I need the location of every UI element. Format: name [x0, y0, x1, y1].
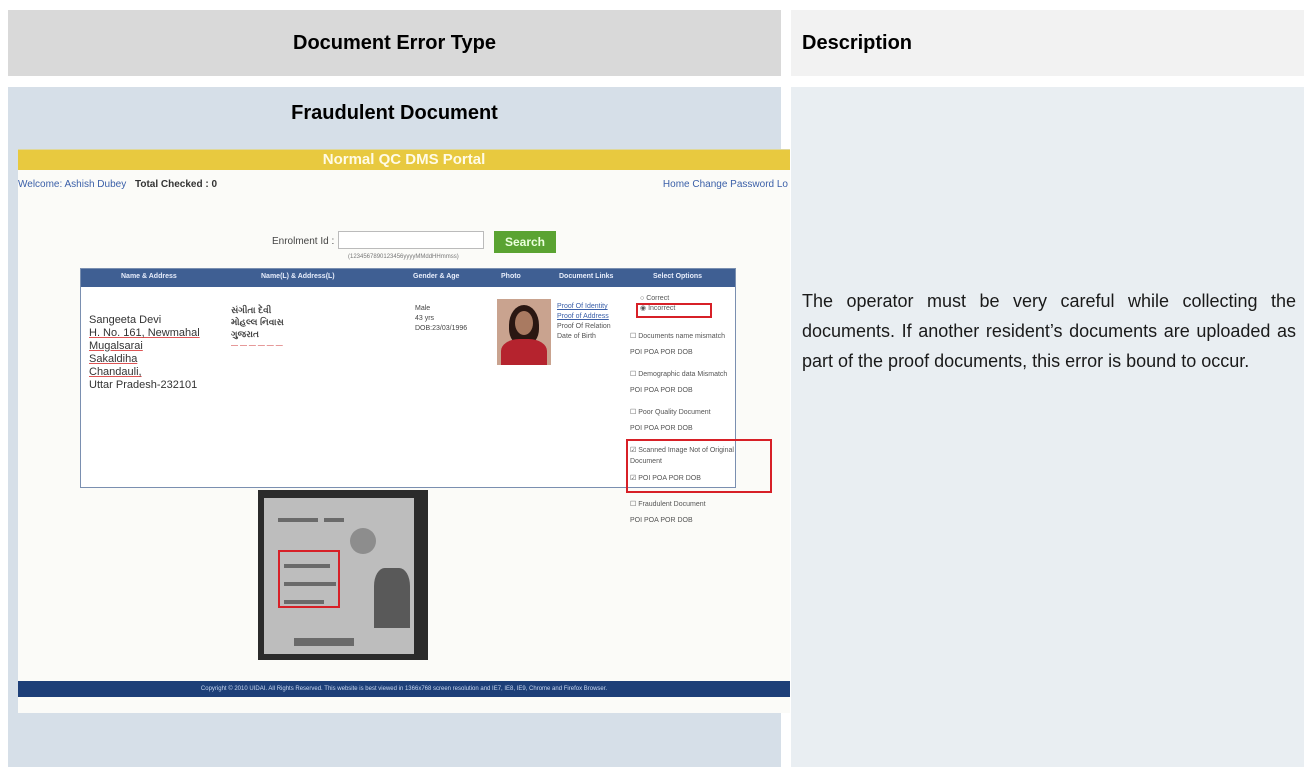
portal-footer: Copyright © 2010 UIDAI. All Rights Reser… — [18, 681, 790, 697]
portal-welcome: Welcome: Ashish Dubey Total Checked : 0 — [18, 179, 217, 190]
portal-welcome-user: Welcome: Ashish Dubey — [18, 179, 127, 190]
header-error-type-label: Document Error Type — [293, 31, 496, 54]
highlight-card-details — [278, 550, 340, 608]
header-description-label: Description — [802, 31, 913, 54]
portal-th-doclinks: Document Links — [559, 273, 614, 280]
resident-photo — [497, 299, 551, 365]
opt-poor-quality-sub: POI POA POR DOB — [630, 425, 693, 432]
local-note: — — — — — — — [231, 342, 283, 349]
portal-select-options: ○ Correct ◉ Incorrect ☐ Documents name m… — [626, 285, 790, 615]
opt-poor-quality: ☐ Poor Quality Document — [630, 409, 711, 416]
header-error-type: Document Error Type — [8, 10, 781, 76]
opt-doc-mismatch-sub: POI POA POR DOB — [630, 349, 693, 356]
opt-fraudulent-sub: POI POA POR DOB — [630, 517, 693, 524]
portal-top-links: Home Change Password Lo — [662, 179, 788, 190]
opt-scanned-sub: ☑ POI POA POR DOB — [630, 475, 701, 482]
doc-link-por: Proof Of Relation — [557, 323, 611, 330]
portal-gender-age: Male 43 yrs DOB:23/03/1996 — [415, 304, 467, 334]
local-line: મોહલ્લ નિવાસ — [231, 317, 284, 327]
address-line: H. No. 161, Newmahal — [89, 327, 200, 339]
opt-doc-mismatch: ☐ Documents name mismatch — [630, 333, 725, 340]
scanned-id-card — [258, 490, 428, 660]
opt-scanned: ☑ Scanned Image Not of Original Document — [630, 447, 734, 465]
description-cell: The operator must be very careful while … — [791, 87, 1304, 767]
portal-document-links: Proof Of Identity Proof of Address Proof… — [557, 302, 611, 342]
opt-demo-mismatch: ☐ Demographic data Mismatch — [630, 371, 728, 378]
opt-demo-mismatch-sub: POI POA POR DOB — [630, 387, 693, 394]
opt-incorrect: ◉ Incorrect — [640, 305, 676, 312]
portal-enrolment-input — [338, 231, 484, 249]
gender: Male — [415, 305, 431, 312]
doc-link-dob: Date of Birth — [557, 333, 596, 340]
portal-local-address: સંગીતા દેવી મોહલ્લ નિવાસ ગુજરાત — — — — … — [231, 304, 284, 352]
address-line: Sakaldiha — [89, 353, 138, 365]
address-line: Mugalsarai — [89, 340, 143, 352]
portal-search-button: Search — [494, 231, 556, 253]
doc-link-poa: Proof of Address — [557, 313, 609, 320]
portal-total-checked: Total Checked : 0 — [134, 179, 218, 190]
age: 43 yrs — [415, 315, 435, 322]
local-line: સંગીતા દેવી — [231, 305, 272, 315]
local-line: ગુજરાત — [231, 329, 259, 339]
portal-th-name: Name & Address — [121, 273, 177, 280]
opt-fraudulent: ☐ Fraudulent Document — [630, 501, 706, 508]
address-line: Uttar Pradesh-232101 — [89, 379, 198, 391]
portal-th-photo: Photo — [501, 273, 521, 280]
error-type-cell: Fraudulent Document Normal QC DMS Portal… — [8, 87, 790, 767]
address-line: Sangeeta Devi — [89, 314, 162, 326]
description-text: The operator must be very careful while … — [802, 291, 1296, 371]
address-line: Chandauli, — [89, 366, 142, 378]
doc-link-poi: Proof Of Identity — [557, 303, 608, 310]
portal-enrolment-hint: (1234567890123456yyyyMMddHHmmss) — [348, 254, 459, 260]
portal-title-bar: Normal QC DMS Portal — [18, 150, 790, 170]
portal-th-gender: Gender & Age — [413, 273, 460, 280]
portal-screenshot: Normal QC DMS Portal Welcome: Ashish Dub… — [18, 149, 790, 713]
header-description: Description — [791, 10, 1304, 76]
portal-enrolment-label: Enrolment Id : — [272, 236, 335, 247]
error-type-title: Fraudulent Document — [291, 102, 498, 124]
portal-th-name-local: Name(L) & Address(L) — [261, 273, 335, 280]
dob: DOB:23/03/1996 — [415, 325, 468, 332]
portal-th-options: Select Options — [653, 273, 703, 280]
portal-address: Sangeeta Devi H. No. 161, Newmahal Mugal… — [89, 314, 200, 392]
